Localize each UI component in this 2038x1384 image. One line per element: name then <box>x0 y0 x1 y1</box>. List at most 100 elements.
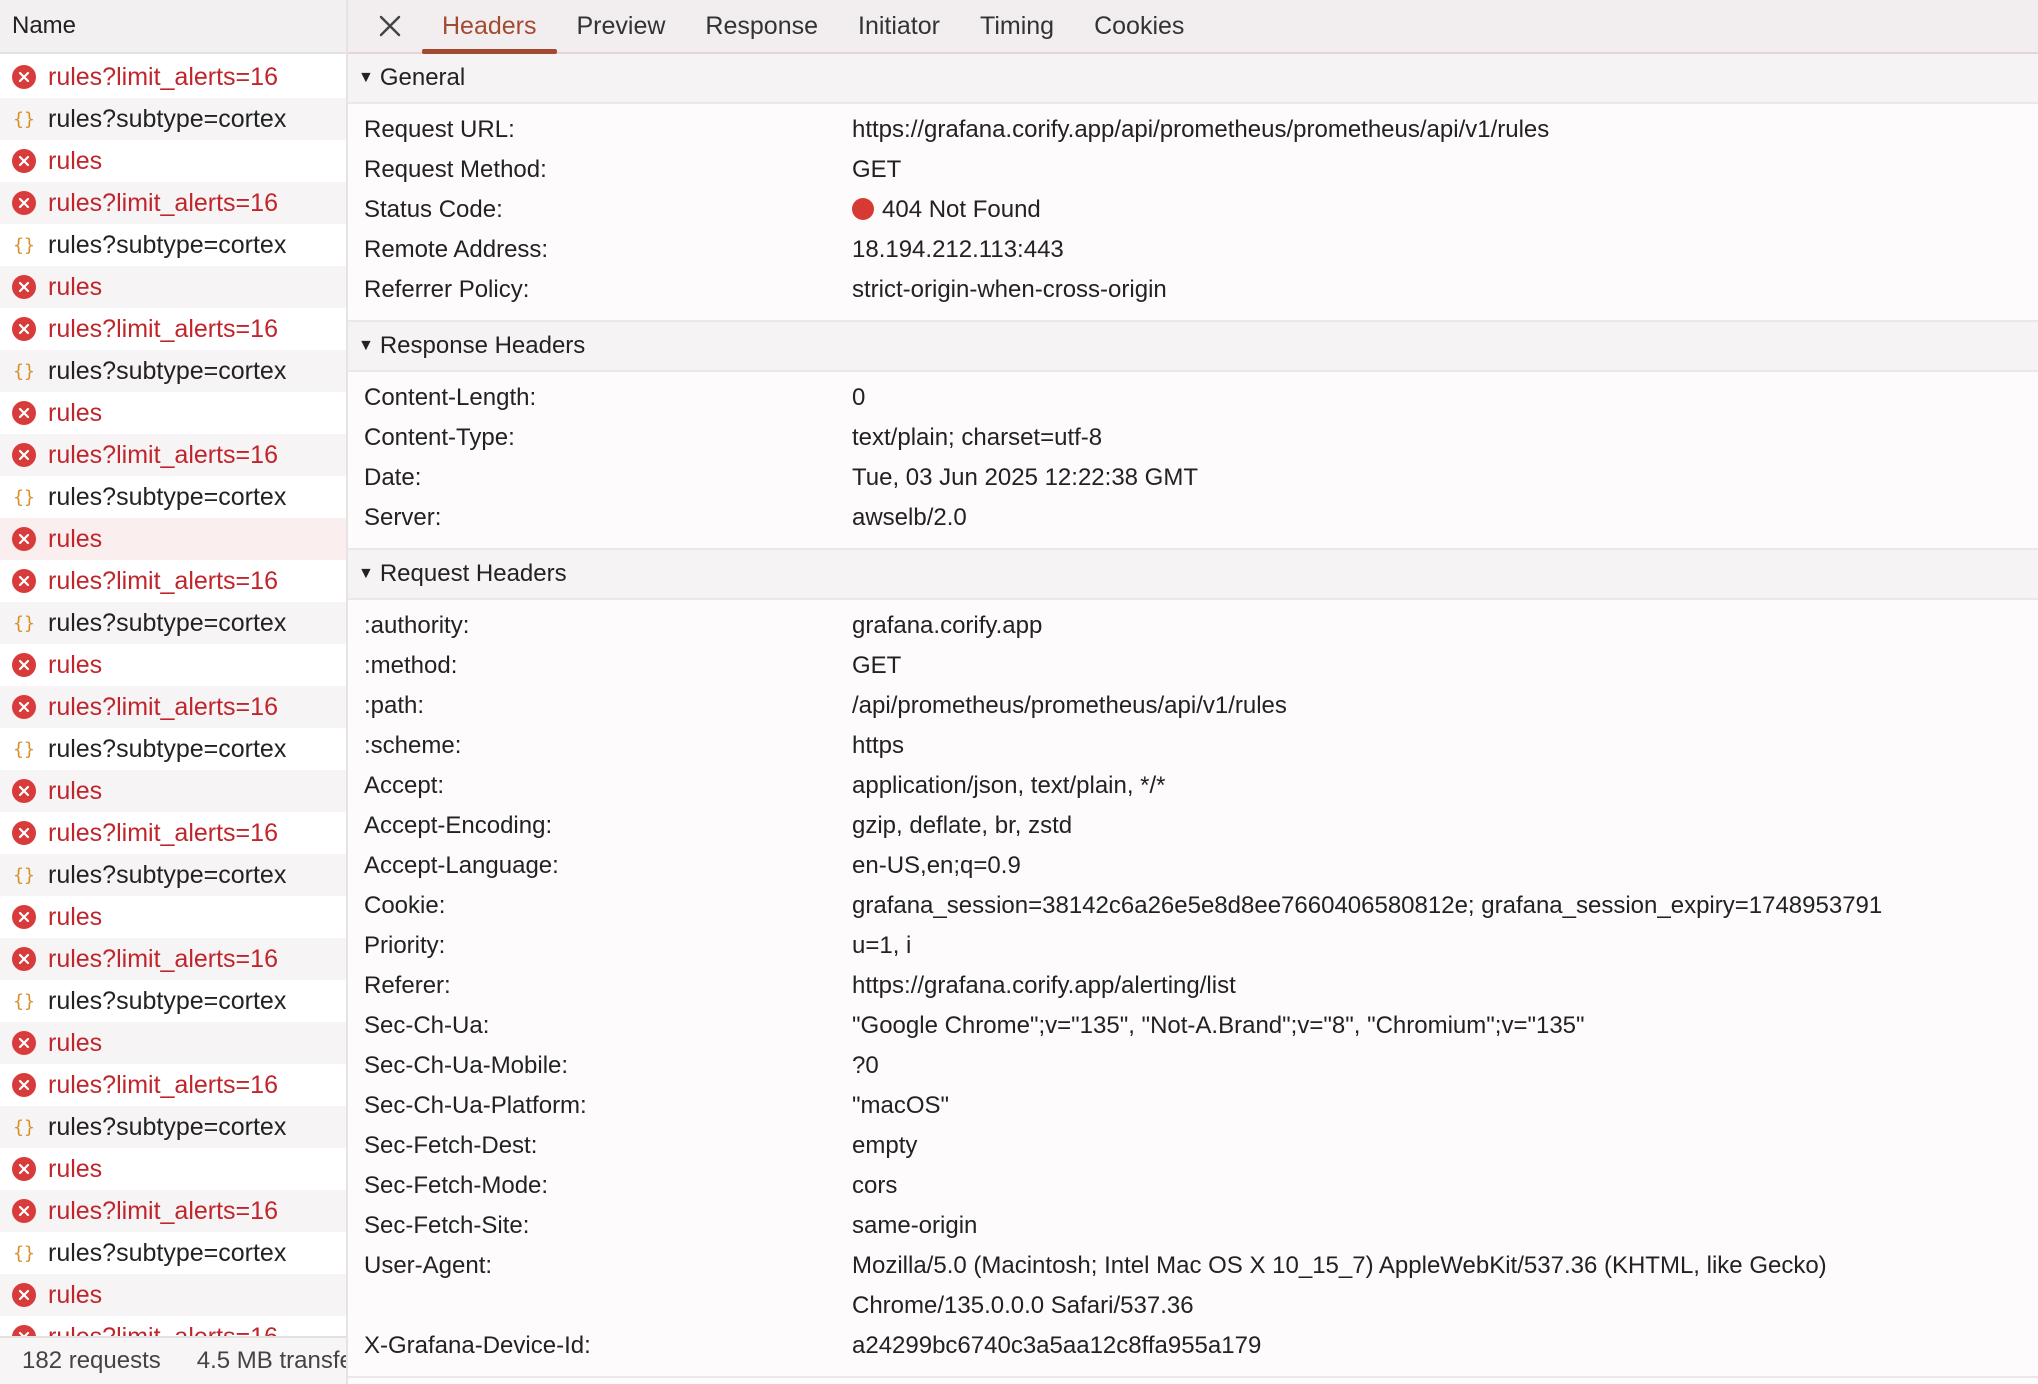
status-code-text: 404 Not Found <box>882 196 1041 223</box>
request-list-panel: Name rules?limit_alerts=16 {} rules?subtyp… <box>0 0 348 1384</box>
header-value[interactable]: GET <box>852 150 2038 190</box>
request-name: rules?limit_alerts=16 <box>48 818 278 847</box>
header-key: Request URL: <box>364 116 515 143</box>
section-header-request-headers[interactable]: ▼ Request Headers <box>348 550 2038 600</box>
x-circle-icon <box>12 695 36 719</box>
json-braces-icon: {} <box>12 359 36 383</box>
request-row[interactable]: rules?limit_alerts=16 <box>0 686 346 728</box>
header-value[interactable]: cors <box>852 1166 2038 1206</box>
request-row[interactable]: {} rules?subtype=cortex <box>0 728 346 770</box>
header-value[interactable]: "Google Chrome";v="135", "Not-A.Brand";v… <box>852 1006 2038 1046</box>
header-row: Remote Address: 18.194.212.113:443 <box>348 230 2038 270</box>
tab-headers[interactable]: Headers <box>422 0 557 54</box>
header-value[interactable]: ?0 <box>852 1046 2038 1086</box>
header-value[interactable]: https://grafana.corify.app/alerting/list <box>852 966 2038 1006</box>
request-row[interactable]: rules?limit_alerts=16 <box>0 182 346 224</box>
header-value[interactable]: "macOS" <box>852 1086 2038 1126</box>
header-row: :scheme: https <box>348 726 2038 766</box>
request-row[interactable]: rules?limit_alerts=16 <box>0 1316 346 1336</box>
request-row[interactable]: rules <box>0 644 346 686</box>
name-column-header[interactable]: Name <box>0 0 346 54</box>
request-row[interactable]: rules?limit_alerts=16 <box>0 1190 346 1232</box>
tab-response[interactable]: Response <box>685 0 838 52</box>
tab-initiator[interactable]: Initiator <box>838 0 960 52</box>
request-row[interactable]: {} rules?subtype=cortex <box>0 980 346 1022</box>
header-value[interactable]: strict-origin-when-cross-origin <box>852 270 2038 310</box>
header-value[interactable]: u=1, i <box>852 926 2038 966</box>
request-name: rules <box>48 272 103 301</box>
header-value[interactable]: Tue, 03 Jun 2025 12:22:38 GMT <box>852 458 2038 498</box>
header-value[interactable]: Mozilla/5.0 (Macintosh; Intel Mac OS X 1… <box>852 1246 2038 1326</box>
request-row[interactable]: rules?limit_alerts=16 <box>0 560 346 602</box>
request-row[interactable]: rules <box>0 1148 346 1190</box>
header-key: Accept-Encoding: <box>364 812 553 839</box>
request-name: rules?subtype=cortex <box>48 230 287 259</box>
request-name: rules?subtype=cortex <box>48 860 287 889</box>
header-value[interactable]: gzip, deflate, br, zstd <box>852 806 2038 846</box>
request-row[interactable]: rules <box>0 1274 346 1316</box>
request-name: rules <box>48 650 103 679</box>
x-circle-icon <box>12 821 36 845</box>
request-row[interactable]: rules <box>0 140 346 182</box>
request-row[interactable]: rules?limit_alerts=16 <box>0 56 346 98</box>
request-name: rules?limit_alerts=16 <box>48 188 278 217</box>
header-value[interactable]: application/json, text/plain, */* <box>852 766 2038 806</box>
json-braces-icon: {} <box>12 1115 36 1139</box>
header-value[interactable]: empty <box>852 1126 2038 1166</box>
header-value[interactable]: 0 <box>852 378 2038 418</box>
request-row[interactable]: rules <box>0 392 346 434</box>
header-value[interactable]: grafana_session=38142c6a26e5e8d8ee766040… <box>852 886 2038 926</box>
request-row[interactable]: {} rules?subtype=cortex <box>0 476 346 518</box>
tab-cookies[interactable]: Cookies <box>1074 0 1204 52</box>
request-row[interactable]: rules <box>0 518 346 560</box>
header-value[interactable]: same-origin <box>852 1206 2038 1246</box>
request-row[interactable]: {} rules?subtype=cortex <box>0 602 346 644</box>
header-value[interactable]: https <box>852 726 2038 766</box>
request-details-panel: Headers Preview Response Initiator Timing Coo… <box>348 0 2038 1384</box>
x-circle-icon <box>12 527 36 551</box>
request-row[interactable]: rules <box>0 896 346 938</box>
request-name: rules?subtype=cortex <box>48 986 287 1015</box>
header-value[interactable]: https://grafana.corify.app/api/prometheu… <box>852 110 2038 150</box>
header-value[interactable]: a24299bc6740c3a5aa12c8ffa955a179 <box>852 1326 2038 1366</box>
request-row[interactable]: rules <box>0 770 346 812</box>
request-row[interactable]: {} rules?subtype=cortex <box>0 854 346 896</box>
header-value[interactable]: GET <box>852 646 2038 686</box>
header-value[interactable]: text/plain; charset=utf-8 <box>852 418 2038 458</box>
header-value[interactable]: grafana.corify.app <box>852 606 2038 646</box>
header-row: Priority: u=1, i <box>348 926 2038 966</box>
request-row[interactable]: rules?limit_alerts=16 <box>0 308 346 350</box>
header-value[interactable]: 404 Not Found <box>852 190 2038 230</box>
request-row[interactable]: rules <box>0 1022 346 1064</box>
request-row[interactable]: rules?limit_alerts=16 <box>0 434 346 476</box>
header-value[interactable]: awselb/2.0 <box>852 498 2038 538</box>
section-body: Request URL: https://grafana.corify.app/a… <box>348 104 2038 322</box>
tab-preview[interactable]: Preview <box>557 0 686 52</box>
header-key: Cookie: <box>364 892 446 919</box>
section-header-general[interactable]: ▼ General <box>348 54 2038 104</box>
request-row[interactable]: {} rules?subtype=cortex <box>0 1232 346 1274</box>
header-value[interactable]: /api/prometheus/prometheus/api/v1/rules <box>852 686 2038 726</box>
request-row[interactable]: {} rules?subtype=cortex <box>0 98 346 140</box>
request-row[interactable]: rules <box>0 266 346 308</box>
header-row: Accept: application/json, text/plain, */* <box>348 766 2038 806</box>
request-row[interactable]: {} rules?subtype=cortex <box>0 1106 346 1148</box>
request-row[interactable]: {} rules?subtype=cortex <box>0 224 346 266</box>
request-row[interactable]: {} rules?subtype=cortex <box>0 350 346 392</box>
header-key: Status Code: <box>364 196 503 223</box>
header-key: User-Agent: <box>364 1252 493 1279</box>
request-row[interactable]: rules?limit_alerts=16 <box>0 938 346 980</box>
header-row: :method: GET <box>348 646 2038 686</box>
close-details-button[interactable] <box>366 0 414 52</box>
header-key: Referer: <box>364 972 451 999</box>
header-value[interactable]: 18.194.212.113:443 <box>852 230 2038 270</box>
section-header-response-headers[interactable]: ▼ Response Headers <box>348 322 2038 372</box>
header-row: :authority: grafana.corify.app <box>348 606 2038 646</box>
x-circle-icon <box>12 317 36 341</box>
tab-timing[interactable]: Timing <box>960 0 1074 52</box>
header-key: Date: <box>364 464 422 491</box>
request-row[interactable]: rules?limit_alerts=16 <box>0 1064 346 1106</box>
section-title: General <box>379 64 466 91</box>
header-value[interactable]: en-US,en;q=0.9 <box>852 846 2038 886</box>
request-row[interactable]: rules?limit_alerts=16 <box>0 812 346 854</box>
